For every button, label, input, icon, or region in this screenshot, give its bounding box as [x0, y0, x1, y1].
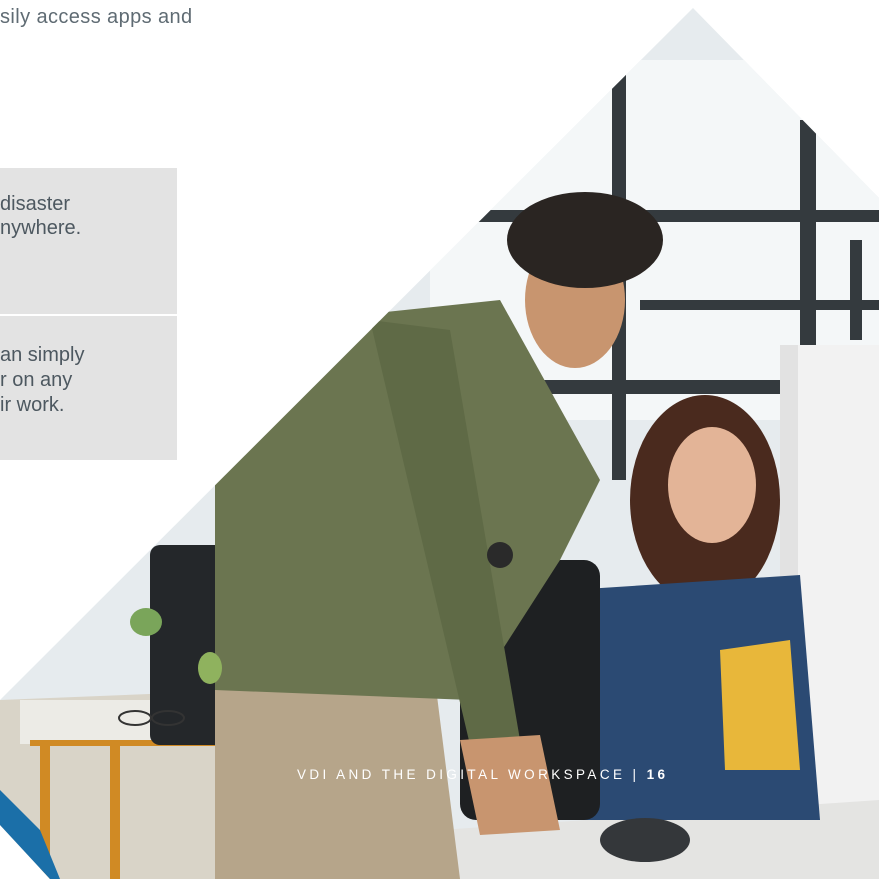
- callout-box-1: disaster nywhere.: [0, 168, 177, 314]
- intro-text: sily access apps and: [0, 6, 193, 28]
- callout-box-2: an simply r on any ir work.: [0, 316, 177, 460]
- footer-running-title: VDI AND THE DIGITAL WORKSPACE | 16: [297, 767, 668, 782]
- callout-2-line-1: an simply: [0, 344, 85, 366]
- callout-1-line-2: nywhere.: [0, 217, 82, 239]
- callout-2-line-2: r on any: [0, 369, 73, 391]
- callout-2-line-3: ir work.: [0, 394, 65, 416]
- footer-title: VDI AND THE DIGITAL WORKSPACE |: [297, 767, 640, 782]
- page-number: 16: [646, 767, 669, 782]
- callout-1-line-1: disaster: [0, 193, 71, 215]
